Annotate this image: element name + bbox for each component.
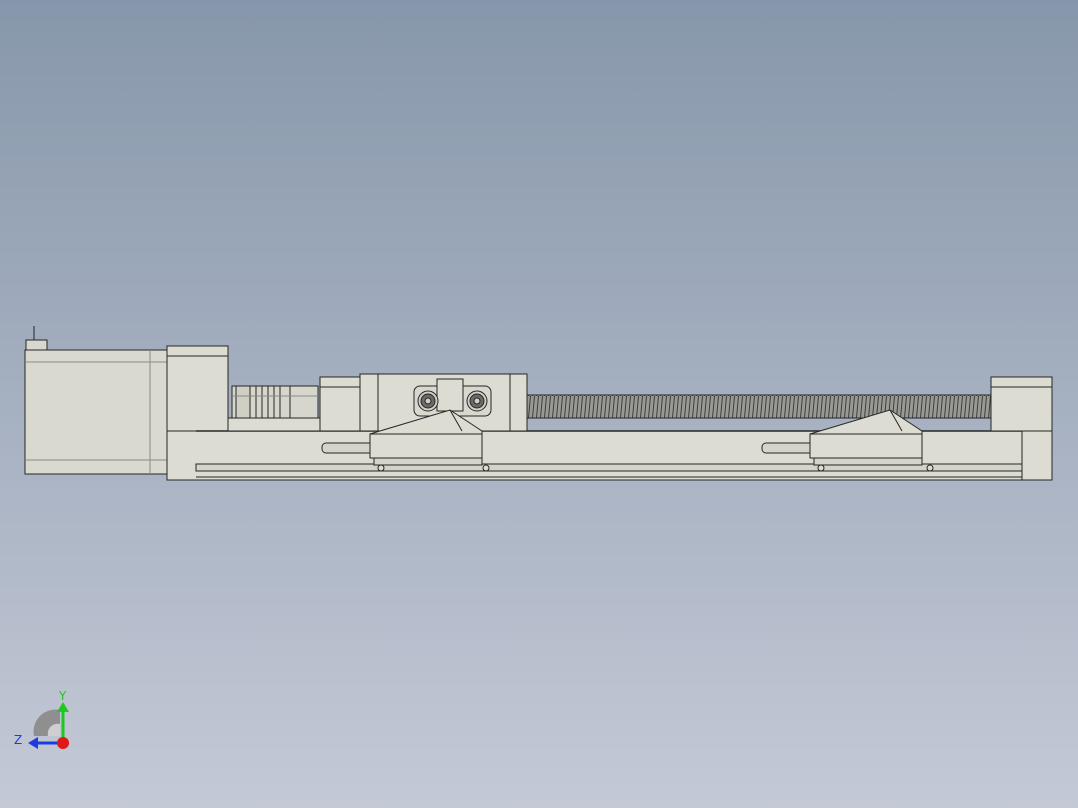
graphics-viewport[interactable]: Y Z — [0, 0, 1078, 808]
coordinate-triad: Y Z — [14, 689, 69, 749]
ball-screw[interactable] — [526, 394, 992, 419]
shaft-coupling[interactable] — [227, 385, 323, 432]
z-axis-label: Z — [14, 733, 22, 747]
origin-dot-icon — [57, 737, 69, 749]
y-axis-label: Y — [58, 689, 67, 703]
bearing-block[interactable] — [319, 376, 363, 432]
screw-head-icon — [417, 390, 439, 412]
screw-head-icon — [466, 390, 488, 412]
cad-model-canvas[interactable] — [0, 0, 1078, 808]
